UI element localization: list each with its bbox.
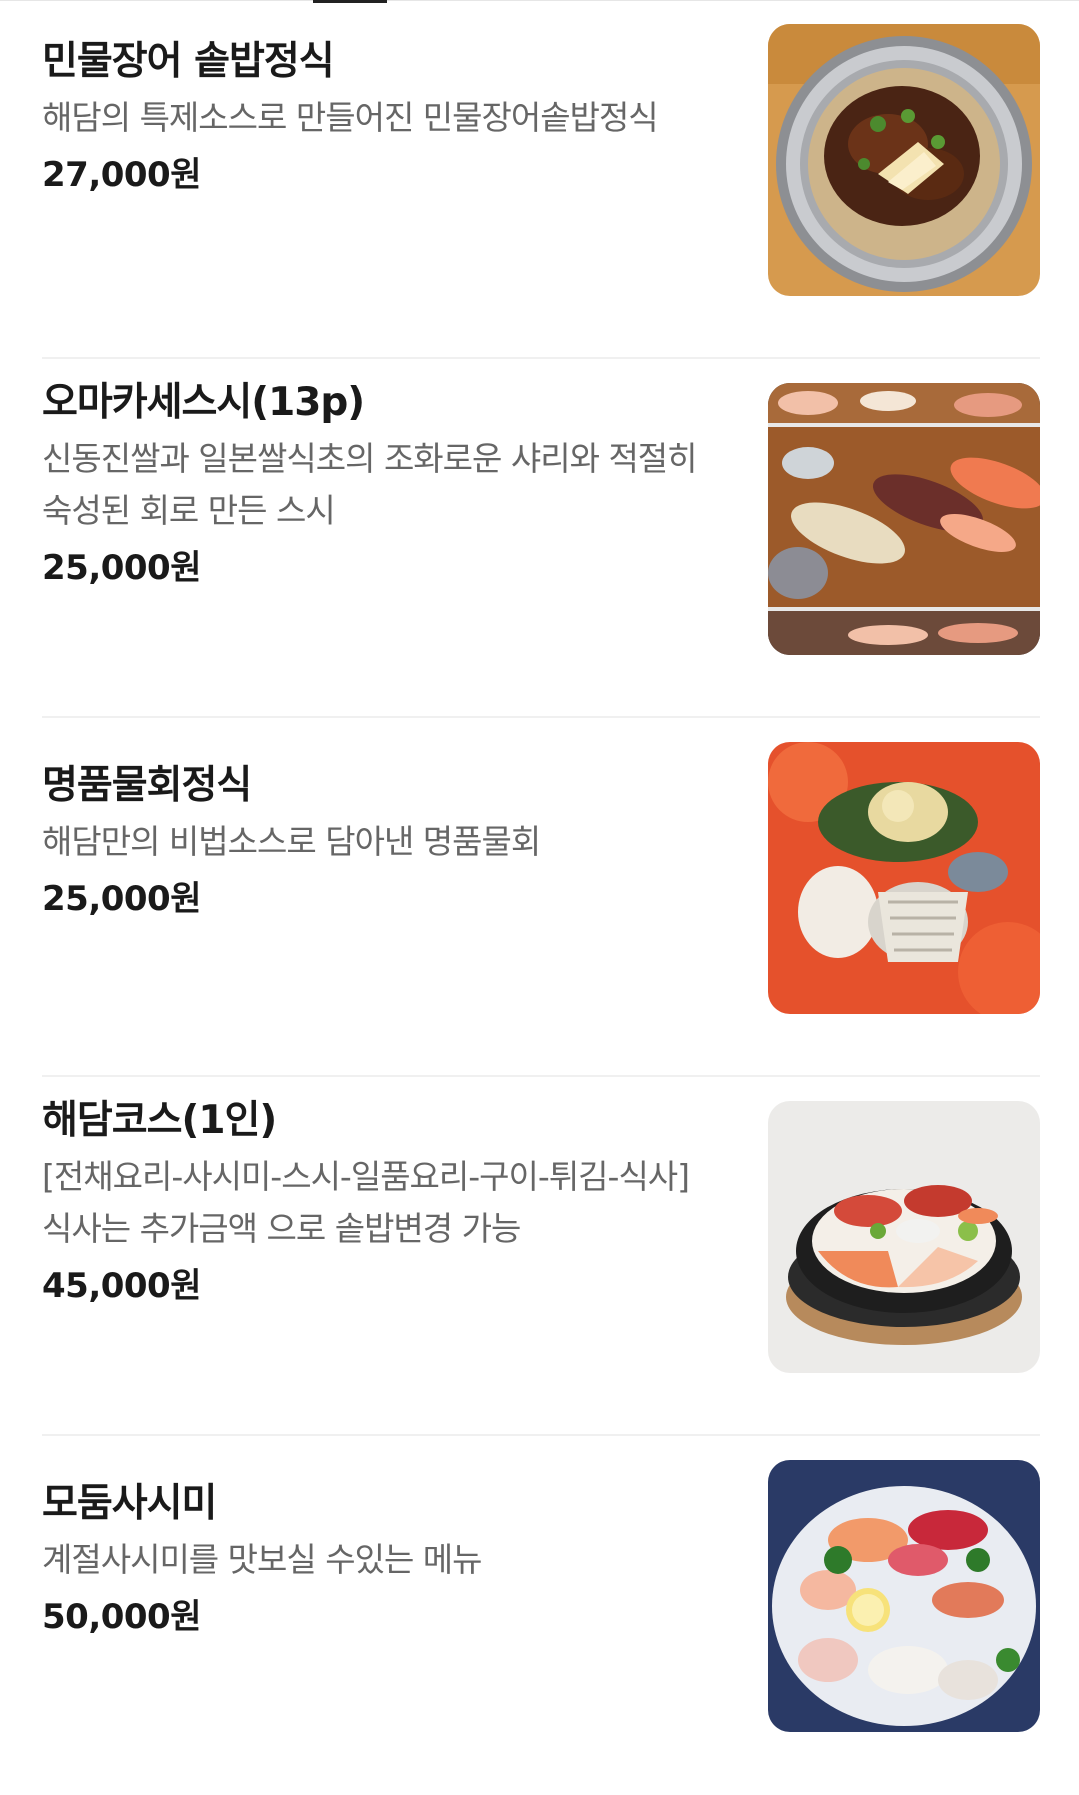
menu-item-description: 해담의 특제소스로 만들어진 민물장어솥밥정식: [42, 98, 659, 137]
menu-item[interactable]: 오마카세스시(13p) 신동진쌀과 일본쌀식초의 조화로운 샤리와 적절히 숙성…: [42, 359, 1040, 718]
menu-item-price: 25,000원: [42, 879, 201, 919]
menu-item-name: 모둠사시미: [42, 1481, 217, 1526]
course-sashimi-platter-photo[interactable]: [768, 1101, 1040, 1373]
menu-item-price: 25,000원: [42, 548, 201, 588]
menu-item-text: 오마카세스시(13p) 신동진쌀과 일본쌀식초의 조화로운 샤리와 적절히 숙성…: [42, 377, 722, 593]
menu-item-price: 27,000원: [42, 155, 201, 195]
menu-item-name: 오마카세스시(13p): [42, 380, 365, 425]
menu-item-price: 45,000원: [42, 1266, 201, 1306]
menu-item-text: 해담코스(1인) [전채요리-사시미-스시-일품요리-구이-튀김-식사] 식사는…: [42, 1095, 722, 1311]
menu-item-description: [전채요리-사시미-스시-일품요리-구이-튀김-식사] 식사는 추가금액 으로 …: [42, 1157, 690, 1248]
menu-item-name: 명품물회정식: [42, 763, 252, 808]
menu-item-name: 해담코스(1인): [42, 1098, 277, 1143]
menu-item[interactable]: 민물장어 솥밥정식 해담의 특제소스로 만들어진 민물장어솥밥정식 27,000…: [42, 0, 1040, 359]
eel-rice-pot-photo[interactable]: [768, 24, 1040, 296]
menu-item-price: 50,000원: [42, 1597, 201, 1637]
sushi-platter-photo[interactable]: [768, 383, 1040, 655]
menu-item[interactable]: 모둠사시미 계절사시미를 맛보실 수있는 메뉴 50,000원: [42, 1436, 1040, 1795]
menu-item[interactable]: 해담코스(1인) [전채요리-사시미-스시-일품요리-구이-튀김-식사] 식사는…: [42, 1077, 1040, 1436]
menu-item-name: 민물장어 솥밥정식: [42, 39, 335, 84]
menu-item-text: 민물장어 솥밥정식 해담의 특제소스로 만들어진 민물장어솥밥정식 27,000…: [42, 36, 722, 200]
menu-item-text: 명품물회정식 해담만의 비법소스로 담아낸 명품물회 25,000원: [42, 760, 722, 924]
menu-item-description: 계절사시미를 맛보실 수있는 메뉴: [42, 1540, 483, 1579]
cold-raw-fish-soup-photo[interactable]: [768, 742, 1040, 1014]
menu-item[interactable]: 명품물회정식 해담만의 비법소스로 담아낸 명품물회 25,000원: [42, 718, 1040, 1077]
menu-item-text: 모둠사시미 계절사시미를 맛보실 수있는 메뉴 50,000원: [42, 1478, 722, 1642]
assorted-sashimi-photo[interactable]: [768, 1460, 1040, 1732]
menu-item-description: 해담만의 비법소스로 담아낸 명품물회: [42, 822, 541, 861]
menu-item-description: 신동진쌀과 일본쌀식초의 조화로운 샤리와 적절히 숙성된 회로 만든 스시: [42, 439, 698, 530]
menu-list: 민물장어 솥밥정식 해담의 특제소스로 만들어진 민물장어솥밥정식 27,000…: [42, 0, 1040, 1795]
